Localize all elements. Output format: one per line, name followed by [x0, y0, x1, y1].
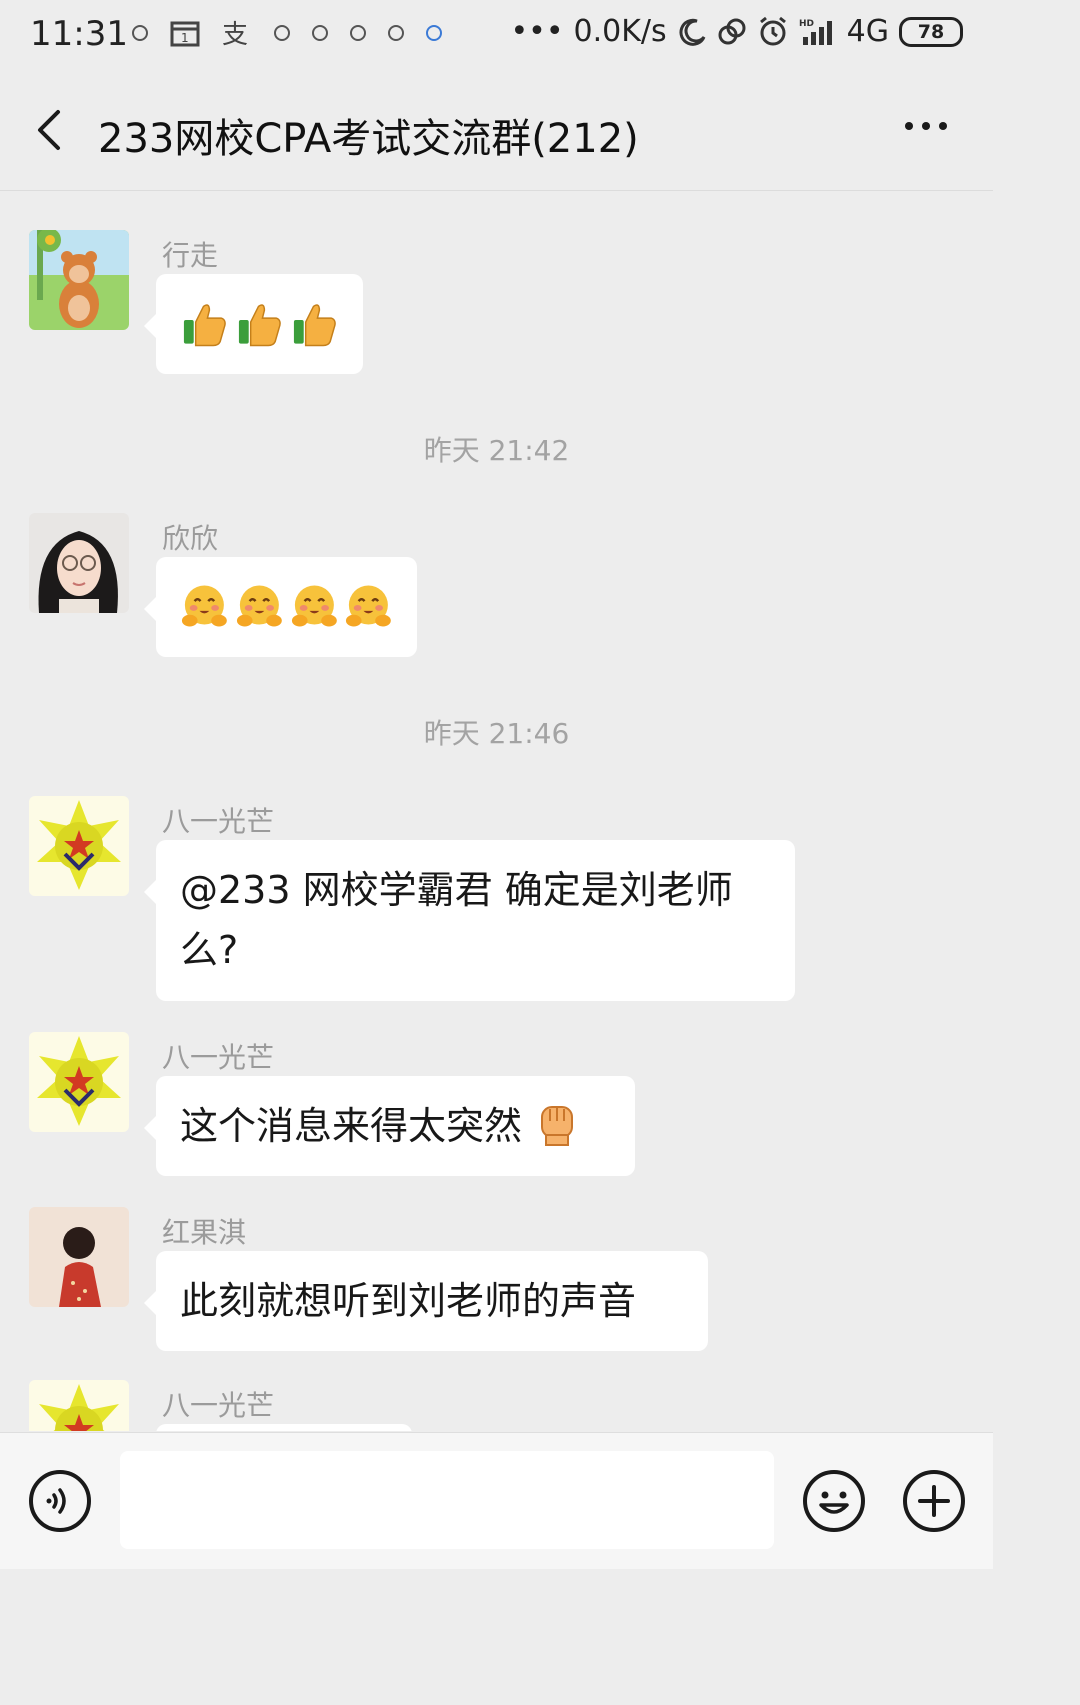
input-bar — [0, 1432, 993, 1569]
notification-icon — [274, 25, 290, 41]
portrait-avatar-image — [29, 513, 129, 613]
message-bubble[interactable] — [144, 274, 363, 374]
emoji-picker-icon[interactable] — [802, 1469, 866, 1533]
thumbs-up-icon — [183, 304, 226, 347]
emoji-row — [180, 577, 393, 635]
moon-icon — [679, 18, 706, 46]
status-bar: 11:31 1 支 ••• 0.0K/s HD 4G 78 — [0, 0, 993, 72]
thumbs-up-icon — [293, 304, 336, 347]
more-options-icon[interactable] — [901, 116, 951, 136]
notification-icon — [426, 25, 442, 41]
status-right: ••• 0.0K/s HD 4G 78 — [510, 14, 963, 49]
message-text: 此刻就想听到刘老师的声音 — [180, 1279, 637, 1323]
battery-icon: 78 — [899, 16, 963, 47]
notification-icon — [350, 25, 366, 41]
avatar[interactable] — [29, 1032, 129, 1132]
battery-level: 78 — [917, 20, 945, 43]
avatar[interactable] — [29, 1207, 129, 1307]
sender-name: 行走 — [162, 239, 219, 272]
signal-icon: HD — [799, 19, 832, 45]
girl-avatar-image — [29, 1207, 129, 1307]
emoji-row — [180, 294, 339, 352]
message-text: @233 网校学霸君 确定是刘老师么? — [180, 868, 733, 972]
message-text: 这个消息来得太突然 — [180, 1104, 523, 1148]
hugging-face-icon — [181, 585, 227, 627]
calendar-icon: 1 — [170, 21, 200, 47]
hugging-face-icon — [346, 585, 392, 627]
more-notifications-icon: ••• — [510, 14, 564, 49]
back-arrow-icon[interactable] — [30, 106, 70, 154]
raised-fist-icon — [541, 1106, 574, 1146]
notification-icon — [132, 25, 148, 41]
sender-name: 八一光芒 — [162, 1389, 275, 1422]
message-bubble[interactable] — [156, 1424, 412, 1431]
chat-title: 233网校CPA考试交流群(212) — [98, 116, 639, 162]
more-actions-icon[interactable] — [902, 1469, 966, 1533]
status-time: 11:31 — [30, 14, 128, 54]
avatar[interactable] — [29, 230, 129, 330]
link-icon — [718, 18, 746, 44]
signal-type: 4G — [846, 14, 889, 49]
avatar[interactable] — [29, 1380, 129, 1431]
avatar[interactable] — [29, 513, 129, 613]
message-list[interactable]: 行走 昨天 21:42 欣欣 昨天 21:46 八一光芒 @233 网校学霸君 … — [0, 191, 993, 1431]
message-bubble[interactable]: @233 网校学霸君 确定是刘老师么? — [144, 840, 795, 1001]
emblem-avatar-image — [29, 796, 129, 896]
message-bubble[interactable] — [144, 557, 417, 657]
notification-icon — [312, 25, 328, 41]
avatar[interactable] — [29, 796, 129, 896]
hugging-face-icon — [291, 585, 337, 627]
emblem-avatar-image — [29, 1380, 129, 1431]
sender-name: 八一光芒 — [162, 805, 275, 838]
voice-input-icon[interactable] — [28, 1469, 92, 1533]
notification-icons: 1 支 — [132, 18, 442, 48]
notification-icon — [388, 25, 404, 41]
network-speed: 0.0K/s — [573, 14, 667, 49]
timestamp: 昨天 21:46 — [423, 717, 570, 750]
alarm-icon — [759, 16, 786, 45]
hugging-face-icon — [236, 585, 282, 627]
message-input[interactable] — [120, 1451, 774, 1549]
sender-name: 八一光芒 — [162, 1041, 275, 1074]
emblem-avatar-image — [29, 1032, 129, 1132]
svg-text:支: 支 — [222, 20, 248, 48]
alipay-icon: 支 — [222, 20, 248, 48]
svg-text:1: 1 — [181, 31, 189, 45]
chat-header: 233网校CPA考试交流群(212) — [0, 72, 993, 191]
thumbs-up-icon — [238, 304, 281, 347]
message-bubble[interactable]: 此刻就想听到刘老师的声音 — [144, 1251, 708, 1351]
timestamp: 昨天 21:42 — [423, 434, 570, 467]
svg-text:HD: HD — [799, 19, 814, 29]
sender-name: 红果淇 — [162, 1216, 247, 1249]
sender-name: 欣欣 — [162, 522, 219, 555]
bear-avatar-image — [29, 230, 129, 330]
message-bubble[interactable]: 这个消息来得太突然 — [144, 1076, 635, 1176]
